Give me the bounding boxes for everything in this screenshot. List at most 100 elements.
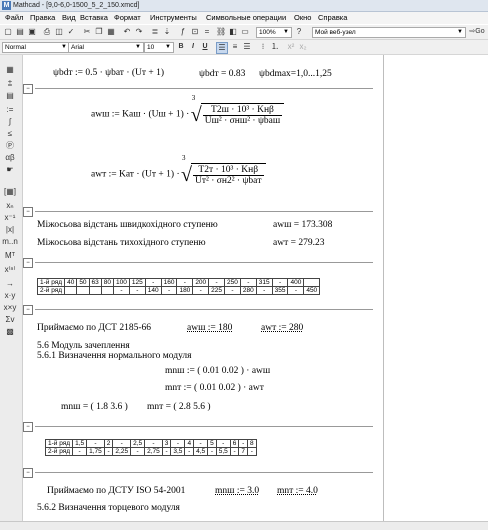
boolean-palette-icon[interactable]: ≤	[2, 129, 18, 139]
font-size-select[interactable]: 10 ▼	[144, 42, 174, 53]
calculator-palette-icon[interactable]: ▦	[2, 65, 18, 75]
menu-tools[interactable]: Инструменты	[150, 12, 197, 24]
undo-icon[interactable]: ↶	[122, 27, 132, 37]
superscript-column-icon[interactable]: x⁽ⁿ⁾	[2, 265, 18, 275]
menu-format[interactable]: Формат	[114, 12, 141, 24]
font-select[interactable]: Arial ▼	[68, 42, 144, 53]
psi-bd-definition[interactable]: ψbdт := 0.5 · ψbат · (Uт + 1)	[53, 68, 164, 78]
nth-power-icon[interactable]: Mᵀ	[2, 251, 18, 261]
programming-palette-icon[interactable]: Ⓟ	[2, 141, 18, 151]
range-icon[interactable]: m..n	[2, 237, 18, 247]
insert-function-icon[interactable]: ƒ	[178, 27, 188, 37]
go-button[interactable]: ⇨Go	[467, 27, 487, 37]
sum-icon[interactable]: Σv	[2, 315, 18, 325]
dist-fast-value[interactable]: awш = 173.308	[273, 220, 332, 230]
subscript-icon[interactable]: x₂	[298, 42, 308, 52]
italic-button[interactable]: I	[188, 42, 198, 52]
dist-slow-value[interactable]: awт = 279.23	[273, 238, 324, 248]
align-center-icon[interactable]: ≡	[230, 42, 240, 52]
region-collapse-toggle[interactable]: −	[23, 84, 33, 94]
chevron-down-icon: ▼	[283, 29, 289, 35]
matrix-icon[interactable]: [▦]	[2, 187, 18, 197]
table-cell: 3	[161, 439, 172, 448]
style-select[interactable]: Normal ▼	[2, 42, 70, 53]
align-left-icon[interactable]: ☰	[216, 42, 228, 54]
root-index: 3	[181, 154, 186, 162]
zoom-select[interactable]: 100% ▼	[256, 27, 292, 38]
abs-value-icon[interactable]: |x|	[2, 225, 18, 235]
resource-center-select[interactable]: Мой веб-узел ▼	[312, 27, 466, 38]
table-cell: 2-й ряд	[36, 286, 66, 295]
greek-palette-icon[interactable]: αβ	[2, 153, 18, 163]
align-across-icon[interactable]: ≣	[150, 27, 160, 37]
superscript-icon[interactable]: x²	[286, 42, 296, 52]
aw-fast-formula[interactable]: awш := Kаш · (Uш + 1) · 3 T2ш · 10³ · Kн…	[91, 94, 285, 128]
evaluation-palette-icon[interactable]: :=	[2, 105, 18, 115]
region-collapse-toggle[interactable]: −	[23, 258, 33, 268]
cut-icon[interactable]: ✂	[82, 27, 92, 37]
table-cell: 160	[160, 278, 178, 287]
paste-icon[interactable]: ▦	[106, 27, 116, 37]
aw-slow-fraction: T2т · 10³ · Kнβ Uт² · σн2² · ψbaт	[192, 165, 264, 186]
symbolic-palette-icon[interactable]: ☛	[2, 165, 18, 175]
mn-slow-formula[interactable]: mnт := ( 0.01 0.02 ) · awт	[165, 383, 264, 393]
insert-hyperlink-icon[interactable]: ⛓	[216, 27, 226, 37]
worksheet[interactable]: ψbdт := 0.5 · ψbат · (Uт + 1) ψbdт = 0.8…	[23, 55, 488, 529]
region-collapse-toggle[interactable]: −	[23, 468, 33, 478]
aw-fast-denominator: Uш² · σнш² · ψbaш	[204, 116, 281, 126]
numbering-icon[interactable]: ⒈	[270, 42, 280, 52]
menu-symbolics[interactable]: Символьные операции	[206, 12, 286, 24]
align-down-icon[interactable]: ⇣	[162, 27, 172, 37]
psi-bd-result[interactable]: ψbdт = 0.83	[199, 69, 245, 79]
table-cell: 2	[103, 439, 114, 448]
menu-edit[interactable]: Правка	[30, 12, 55, 24]
redo-icon[interactable]: ↷	[134, 27, 144, 37]
bold-button[interactable]: B	[176, 42, 186, 52]
calculate-icon[interactable]: =	[202, 27, 212, 37]
table-cell: 80	[100, 278, 115, 287]
underline-button[interactable]: U	[200, 42, 210, 52]
graph-palette-icon[interactable]: ⩲	[2, 79, 18, 89]
copy-icon[interactable]: ❐	[94, 27, 104, 37]
mn-fast-range[interactable]: mnш = ( 1.8 3.6 )	[61, 402, 128, 412]
region-collapse-toggle[interactable]: −	[23, 207, 33, 217]
region-collapse-toggle[interactable]: −	[23, 422, 33, 432]
calculus-palette-icon[interactable]: ∫	[2, 117, 18, 127]
menu-insert[interactable]: Вставка	[80, 12, 108, 24]
aw-fast-accepted[interactable]: awш := 180	[187, 323, 232, 333]
new-document-icon[interactable]: ▢	[3, 27, 13, 37]
subscript-index-icon[interactable]: xₙ	[2, 201, 18, 211]
run-script-icon[interactable]: ▭	[240, 27, 250, 37]
mn-fast-accepted[interactable]: mnш := 3.0	[215, 486, 259, 496]
bullets-icon[interactable]: ⁝	[258, 42, 268, 52]
inverse-icon[interactable]: x⁻¹	[2, 213, 18, 223]
mn-fast-formula[interactable]: mnш := ( 0.01 0.02 ) · awш	[165, 366, 270, 376]
table-cell: 280	[239, 286, 257, 295]
align-right-icon[interactable]: ☰	[242, 42, 252, 52]
cross-product-icon[interactable]: x×y	[2, 303, 18, 313]
vectorize-icon[interactable]: →	[2, 279, 18, 289]
standard-module-table: 1-й ряд 1,5 - 2 - 2,5 - 3 - 4 - 5 - 6 - …	[44, 439, 257, 456]
mn-slow-range[interactable]: mnт = ( 2.8 5.6 )	[147, 402, 211, 412]
menu-help[interactable]: Справка	[318, 12, 347, 24]
dot-product-icon[interactable]: x·y	[2, 291, 18, 301]
open-folder-icon[interactable]: ▤	[15, 27, 25, 37]
menu-window[interactable]: Окно	[294, 12, 311, 24]
save-icon[interactable]: ▣	[27, 27, 37, 37]
insert-unit-icon[interactable]: ⊡	[190, 27, 200, 37]
matrix-palette-icon[interactable]: ▤	[2, 91, 18, 101]
aw-slow-accepted[interactable]: awт := 280	[261, 323, 303, 333]
picture-icon[interactable]: ▩	[2, 327, 18, 337]
aw-slow-formula[interactable]: awт := Kат · (Uт + 1) · 3 T2т · 10³ · Kн…	[91, 154, 266, 188]
print-preview-icon[interactable]: ◫	[54, 27, 64, 37]
menu-view[interactable]: Вид	[62, 12, 76, 24]
print-icon[interactable]: ⎙	[42, 27, 52, 37]
menu-file[interactable]: Файл	[5, 12, 23, 24]
spell-check-icon[interactable]: ✓	[66, 27, 76, 37]
mn-slow-accepted[interactable]: mnт := 4.0	[277, 486, 318, 496]
help-icon[interactable]: ?	[294, 27, 304, 37]
region-collapse-toggle[interactable]: −	[23, 305, 33, 315]
component-wizard-icon[interactable]: ◧	[228, 27, 238, 37]
table-cell: 450	[303, 286, 321, 295]
table-cell	[76, 286, 90, 295]
